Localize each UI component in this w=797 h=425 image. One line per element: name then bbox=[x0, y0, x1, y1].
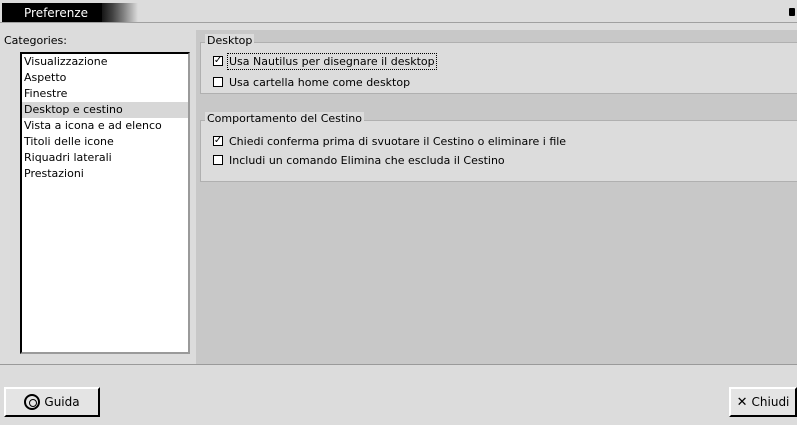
home-as-desktop-label[interactable]: Usa cartella home come desktop bbox=[229, 76, 410, 89]
use-nautilus-desktop-label[interactable]: Usa Nautilus per disegnare il desktop bbox=[227, 52, 437, 70]
delete-command-checkbox[interactable] bbox=[213, 155, 223, 165]
titlebar: Preferenze bbox=[0, 0, 797, 23]
help-button-label: Guida bbox=[44, 395, 80, 409]
delete-command-label[interactable]: Includi un comando Elimina che escluda i… bbox=[229, 154, 505, 167]
home-as-desktop-option[interactable]: Usa cartella home come desktop bbox=[213, 74, 410, 90]
category-item-prestazioni[interactable]: Prestazioni bbox=[22, 166, 188, 182]
category-item-riquadri-laterali[interactable]: Riquadri laterali bbox=[22, 150, 188, 166]
confirm-trash-checkbox[interactable]: ✓ bbox=[213, 136, 223, 146]
close-x-icon: ✕ bbox=[736, 394, 748, 410]
use-nautilus-desktop-option[interactable]: ✓ Usa Nautilus per disegnare il desktop bbox=[213, 52, 437, 70]
dialog-action-bar: Guida ✕ Chiudi bbox=[0, 364, 797, 425]
category-item-titoli-icone[interactable]: Titoli delle icone bbox=[22, 134, 188, 150]
category-item-finestre[interactable]: Finestre bbox=[22, 86, 188, 102]
trash-group-title: Comportamento del Cestino bbox=[205, 112, 364, 125]
category-item-vista-icona-elenco[interactable]: Vista a icona e ad elenco bbox=[22, 118, 188, 134]
category-item-desktop-e-cestino[interactable]: Desktop e cestino bbox=[22, 102, 188, 118]
categories-list[interactable]: Visualizzazione Aspetto Finestre Desktop… bbox=[20, 52, 190, 354]
delete-command-option[interactable]: Includi un comando Elimina che escluda i… bbox=[213, 152, 505, 168]
category-item-aspetto[interactable]: Aspetto bbox=[22, 70, 188, 86]
home-as-desktop-checkbox[interactable] bbox=[213, 77, 223, 87]
confirm-trash-option[interactable]: ✓ Chiedi conferma prima di svuotare il C… bbox=[213, 133, 566, 149]
preferences-content: Desktop ✓ Usa Nautilus per disegnare il … bbox=[196, 30, 797, 364]
close-button[interactable]: ✕ Chiudi bbox=[729, 387, 797, 417]
help-icon bbox=[24, 394, 41, 410]
window-close-icon[interactable] bbox=[789, 8, 795, 16]
confirm-trash-label[interactable]: Chiedi conferma prima di svuotare il Ces… bbox=[229, 135, 566, 148]
category-item-visualizzazione[interactable]: Visualizzazione bbox=[22, 54, 188, 70]
trash-group: Comportamento del Cestino ✓ Chiedi confe… bbox=[200, 112, 797, 182]
use-nautilus-desktop-checkbox[interactable]: ✓ bbox=[213, 56, 223, 66]
close-button-label: Chiudi bbox=[751, 395, 790, 409]
window-title-text: Preferenze bbox=[24, 5, 89, 20]
categories-label: Categories: bbox=[4, 34, 67, 47]
help-button[interactable]: Guida bbox=[4, 387, 100, 417]
window-title: Preferenze bbox=[2, 3, 138, 22]
desktop-group-title: Desktop bbox=[205, 34, 255, 47]
desktop-group: Desktop ✓ Usa Nautilus per disegnare il … bbox=[200, 34, 797, 94]
